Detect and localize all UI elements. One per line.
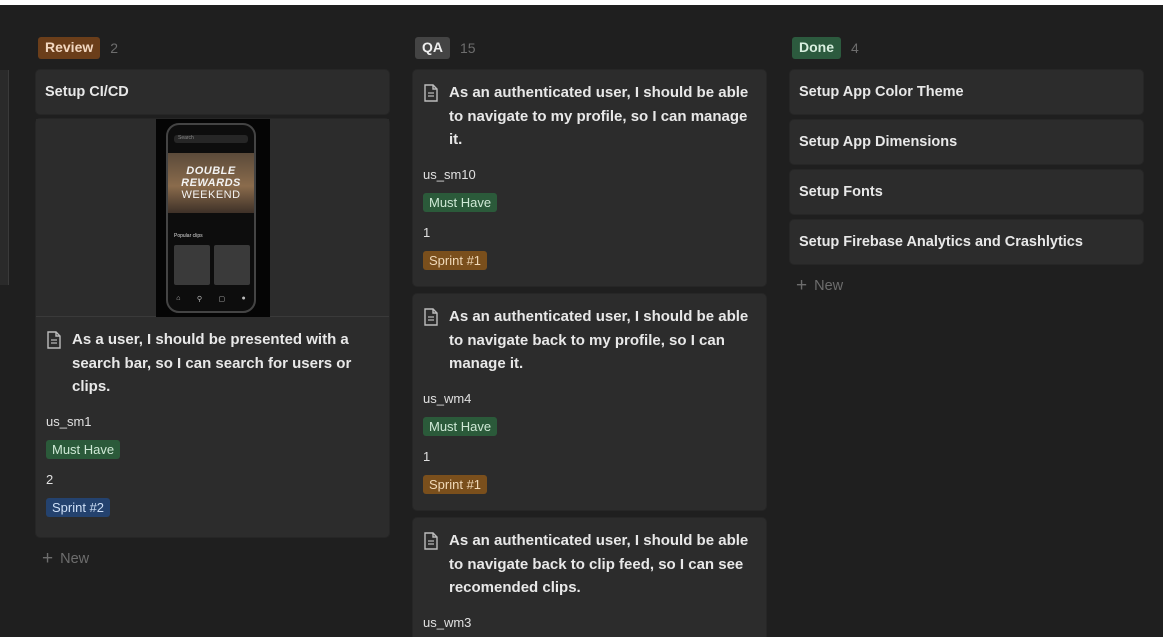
card-setup-app-dimensions[interactable]: Setup App Dimensions (790, 120, 1143, 164)
priority-prop: Must Have (423, 192, 757, 213)
promo-line-2: REWARDS (181, 177, 241, 189)
story-title: As an authenticated user, I should be ab… (449, 532, 749, 596)
section-label-mock: Popular clips (174, 233, 203, 239)
tab-bar-mock: ⌂ ⚲ ▢ ● (168, 295, 254, 305)
card-navigate-to-profile[interactable]: As an authenticated user, I should be ab… (413, 70, 766, 286)
story-title: As an authenticated user, I should be ab… (449, 308, 749, 372)
document-icon (47, 331, 61, 349)
card-navigate-back-to-profile[interactable]: As an authenticated user, I should be ab… (413, 294, 766, 510)
story-id: us_wm4 (423, 390, 472, 406)
card-setup-firebase[interactable]: Setup Firebase Analytics and Crashlytics (790, 220, 1143, 264)
new-label: New (814, 278, 844, 294)
card-title: Setup App Color Theme (799, 84, 964, 100)
column-header-done: Done 4 (790, 36, 1143, 60)
story-title-row: As an authenticated user, I should be ab… (423, 81, 757, 152)
card-count-review: 2 (110, 40, 119, 56)
promo-line-3: WEEKEND (181, 189, 241, 201)
priority-tag: Must Have (423, 416, 498, 436)
window-top-edge (0, 0, 1163, 5)
phone-mockup: Search DOUBLE REWARDS WEEKEND Popular cl… (166, 123, 256, 313)
story-title-row: As an authenticated user, I should be ab… (423, 529, 757, 600)
story-points: 1 (423, 448, 431, 464)
document-icon (424, 84, 438, 102)
card-title: Setup Firebase Analytics and Crashlytics (799, 234, 1083, 250)
profile-icon: ● (241, 295, 246, 302)
column-header-review: Review 2 (36, 36, 389, 60)
status-pill-done[interactable]: Done (792, 37, 841, 59)
app-screenshot-image: Search DOUBLE REWARDS WEEKEND Popular cl… (156, 119, 270, 317)
priority-tag: Must Have (46, 439, 121, 459)
sprint-tag: Sprint #1 (423, 474, 488, 494)
sprint-tag: Sprint #2 (46, 497, 111, 517)
story-id: us_sm1 (46, 413, 92, 429)
plus-icon: + (796, 275, 808, 296)
story-id: us_sm10 (423, 166, 476, 182)
column-done: Done 4 Setup App Color Theme Setup App D… (790, 36, 1143, 336)
new-card-button-done[interactable]: + New (796, 275, 844, 296)
clip-thumb-right (214, 245, 250, 285)
home-icon: ⌂ (176, 295, 181, 302)
new-card-button-review[interactable]: + New (42, 548, 90, 569)
board-frame: Review 2 Setup CI/CD Search DOUBLE REWAR… (0, 0, 1163, 637)
story-points: 2 (46, 471, 54, 487)
card-navigate-back-to-clip-feed[interactable]: As an authenticated user, I should be ab… (413, 518, 766, 637)
search-icon: ⚲ (196, 296, 203, 303)
column-header-qa: QA 15 (413, 36, 766, 60)
priority-prop: Must Have (423, 416, 757, 437)
side-panel-edge[interactable] (0, 70, 9, 285)
document-icon (424, 308, 438, 326)
story-id: us_wm3 (423, 614, 472, 630)
plus-icon: + (42, 548, 54, 569)
card-count-qa: 15 (460, 40, 476, 56)
priority-prop: Must Have (46, 439, 380, 460)
column-review: Review 2 Setup CI/CD Search DOUBLE REWAR… (36, 36, 389, 637)
status-pill-qa[interactable]: QA (415, 37, 450, 59)
card-title: Setup CI/CD (45, 84, 129, 100)
column-qa: QA 15 As an authenticated user, I should… (413, 36, 766, 637)
card-count-done: 4 (851, 40, 859, 56)
search-text-mock: Search (178, 135, 194, 141)
sprint-prop: Sprint #1 (423, 474, 757, 495)
story-title: As an authenticated user, I should be ab… (449, 84, 749, 148)
card-title: Setup App Dimensions (799, 134, 958, 150)
card-title: Setup Fonts (799, 184, 883, 200)
new-label: New (60, 551, 90, 567)
card-setup-app-color-theme[interactable]: Setup App Color Theme (790, 70, 1143, 114)
clip-icon: ▢ (218, 296, 226, 303)
document-icon (424, 532, 438, 550)
card-search-bar-story[interactable]: Search DOUBLE REWARDS WEEKEND Popular cl… (36, 119, 389, 537)
card-setup-ci-cd[interactable]: Setup CI/CD (36, 70, 389, 114)
sprint-prop: Sprint #2 (46, 497, 380, 518)
story-title: As a user, I should be presented with a … (72, 331, 352, 395)
priority-tag: Must Have (423, 192, 498, 212)
search-field-mock: Search (174, 135, 248, 143)
clip-thumb-left (174, 245, 210, 285)
card-cover: Search DOUBLE REWARDS WEEKEND Popular cl… (36, 119, 389, 317)
promo-line-1: DOUBLE (186, 165, 236, 177)
story-title-row: As a user, I should be presented with a … (46, 328, 380, 399)
card-setup-fonts[interactable]: Setup Fonts (790, 170, 1143, 214)
status-pill-review[interactable]: Review (38, 37, 101, 59)
card-body: As a user, I should be presented with a … (36, 317, 389, 518)
story-title-row: As an authenticated user, I should be ab… (423, 305, 757, 376)
sprint-tag: Sprint #1 (423, 250, 488, 270)
sprint-prop: Sprint #1 (423, 250, 757, 271)
story-points: 1 (423, 224, 431, 240)
